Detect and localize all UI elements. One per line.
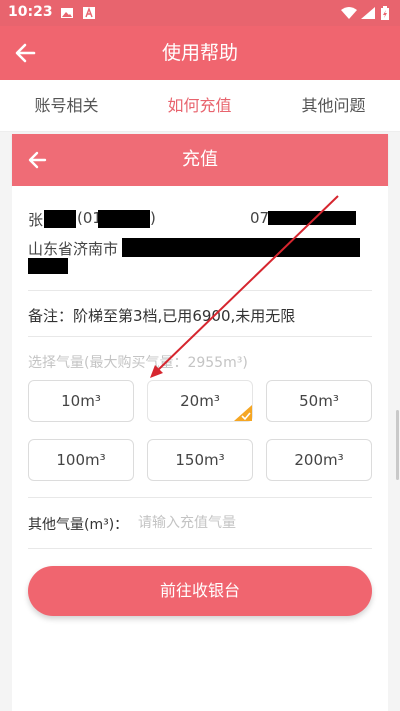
font-notification-icon [83, 7, 95, 19]
recharge-note: 备注：阶梯至第3档,已用6900,未用无限 [28, 307, 296, 325]
battery-icon [381, 6, 389, 20]
other-amount-label: 其他气量(m³)： [28, 517, 129, 533]
user-id-suffix: ) [150, 209, 156, 227]
status-bar: 10:23 [0, 0, 400, 26]
tab-account[interactable]: 账号相关 [0, 80, 133, 132]
divider [28, 548, 372, 549]
user-phone-prefix: 07 [250, 209, 270, 227]
redacted-address [122, 238, 360, 257]
amount-option-200[interactable]: 200m³ [266, 439, 372, 481]
select-amount-hint: 选择气量(最大购买气量：2955m³) [28, 355, 248, 371]
user-address-prefix: 山东省济南市 [28, 240, 119, 258]
divider [28, 290, 372, 291]
recharge-header: 充值 [12, 134, 388, 186]
page-title: 使用帮助 [161, 42, 238, 64]
amount-option-50[interactable]: 50m³ [266, 380, 372, 422]
redacted-user-id [98, 210, 150, 228]
selected-check-icon [234, 405, 252, 421]
image-notification-icon [61, 8, 73, 18]
signal-icon [361, 7, 375, 19]
amount-option-100[interactable]: 100m³ [28, 439, 134, 481]
amount-option-150[interactable]: 150m³ [147, 439, 253, 481]
amount-option-label: 20m³ [180, 392, 220, 410]
app-bar: 使用帮助 [0, 26, 400, 80]
tab-bar: 账号相关 如何充值 其他问题 [0, 80, 400, 132]
redacted-address-line2 [28, 258, 68, 274]
wifi-icon [341, 7, 357, 19]
other-amount-input[interactable] [138, 508, 368, 538]
amount-option-20[interactable]: 20m³ [147, 380, 253, 422]
recharge-title: 充值 [182, 149, 218, 170]
redacted-name [44, 210, 76, 228]
go-to-checkout-button[interactable]: 前往收银台 [28, 566, 372, 616]
tab-other-questions[interactable]: 其他问题 [267, 80, 400, 132]
tab-how-to-recharge[interactable]: 如何充值 [133, 80, 266, 132]
user-name-prefix: 张 [28, 211, 44, 229]
divider [28, 336, 372, 337]
status-time: 10:23 [8, 4, 53, 20]
redacted-phone [268, 211, 356, 225]
amount-option-10[interactable]: 10m³ [28, 380, 134, 422]
divider [28, 497, 372, 498]
scrollbar[interactable] [396, 410, 399, 480]
